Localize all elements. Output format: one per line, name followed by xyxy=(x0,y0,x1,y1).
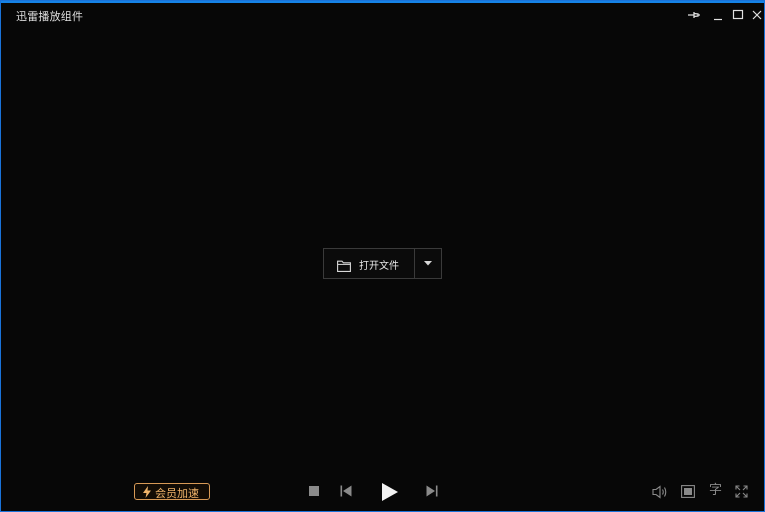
open-file-dropdown-button[interactable] xyxy=(415,249,441,278)
play-icon xyxy=(381,482,399,502)
previous-icon xyxy=(340,485,352,497)
fullscreen-button[interactable] xyxy=(735,485,748,498)
close-button[interactable] xyxy=(749,7,764,23)
pin-button[interactable] xyxy=(685,7,701,23)
subtitle-button[interactable]: 字 xyxy=(709,484,722,498)
screen-ratio-icon xyxy=(681,485,695,498)
stop-button[interactable] xyxy=(309,486,319,496)
screen-ratio-button[interactable] xyxy=(681,485,695,498)
open-file-label: 打开文件 xyxy=(359,261,399,272)
stop-icon xyxy=(309,486,319,496)
window-title: 迅雷播放组件 xyxy=(16,10,84,23)
title-bar[interactable]: 迅雷播放组件 xyxy=(1,3,764,29)
folder-icon xyxy=(337,257,351,276)
player-window: 迅雷播放组件 打开文件 会员加速 字 xyxy=(1,1,764,511)
maximize-button[interactable] xyxy=(730,7,746,23)
vip-accelerate-button[interactable]: 会员加速 xyxy=(134,483,210,500)
next-icon xyxy=(426,485,438,497)
open-file-group: 打开文件 xyxy=(323,248,442,279)
vip-label: 会员加速 xyxy=(155,487,199,500)
play-button[interactable] xyxy=(381,482,399,502)
volume-button[interactable] xyxy=(652,485,668,499)
open-file-button[interactable]: 打开文件 xyxy=(324,249,414,278)
pin-icon xyxy=(685,7,701,23)
minimize-button[interactable] xyxy=(710,7,726,23)
maximize-icon xyxy=(730,7,746,23)
volume-icon xyxy=(652,485,668,499)
close-icon xyxy=(749,7,764,23)
minimize-icon xyxy=(710,7,726,23)
fullscreen-icon xyxy=(735,485,748,498)
next-button[interactable] xyxy=(426,485,438,497)
previous-button[interactable] xyxy=(340,485,352,497)
